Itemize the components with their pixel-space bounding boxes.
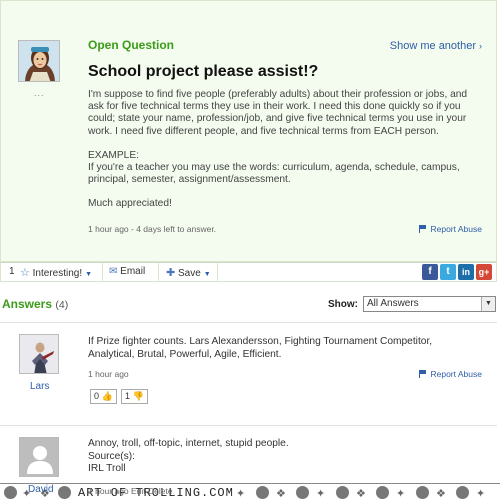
ornament-icon: [416, 486, 429, 499]
question-body: I'm suppose to find five people (prefera…: [88, 89, 480, 211]
ornament-icon: ✦: [316, 488, 326, 500]
email-button[interactable]: ✉ Email: [109, 266, 145, 277]
answer-text: Annoy, troll, off-topic, internet, stupi…: [88, 438, 483, 476]
divider: [158, 263, 159, 282]
ornament-icon: ❖: [356, 488, 366, 500]
question-timestamp: 1 hour ago - 4 days left to answer.: [88, 224, 217, 234]
question-line: I'm suppose to find five people (prefera…: [88, 89, 468, 100]
ornament-icon: ❖: [436, 488, 446, 500]
ornament-icon: [58, 486, 71, 499]
ornament-icon: [456, 486, 469, 499]
answer-line: Annoy, troll, off-topic, internet, stupi…: [88, 438, 289, 449]
ornament-icon: [296, 486, 309, 499]
google-plus-icon[interactable]: g+: [476, 264, 492, 280]
question-action-bar: 1 ☆ Interesting! ▼ ✉ Email ✚ Save ▼ f t in…: [0, 262, 497, 282]
answers-label: Answers: [2, 297, 53, 311]
answers-heading: Answers (4): [2, 297, 68, 311]
show-another-label: Show me another: [389, 40, 476, 52]
interesting-count: 1: [9, 266, 15, 277]
answer-timestamp: 1 hour ago: [88, 369, 129, 379]
ornament-icon: [336, 486, 349, 499]
question-gap: [88, 186, 480, 198]
divider: [0, 425, 497, 426]
answerer-name[interactable]: Lars: [30, 381, 49, 392]
thumbs-down-icon: 👎: [132, 391, 144, 401]
answerer-avatar[interactable]: [19, 334, 59, 374]
ornament-icon: [256, 486, 269, 499]
question-status: Open Question: [88, 38, 175, 52]
interesting-label: Interesting!: [32, 268, 83, 279]
show-filter-label: Show:: [328, 299, 358, 310]
thumbs-up-count: 0: [94, 391, 100, 401]
chevron-down-icon: ▼: [481, 297, 495, 311]
thumbs-up-button[interactable]: 0 👍: [90, 389, 117, 404]
ornament-icon: ✦: [476, 488, 486, 500]
divider: [0, 322, 497, 323]
email-label: Email: [120, 266, 146, 277]
twitter-icon[interactable]: t: [440, 264, 456, 280]
answer-line: If Prize fighter counts. Lars Alexanders…: [88, 336, 433, 347]
ornament-icon: ✦: [236, 488, 246, 500]
question-line: could; state your name, profession/job, …: [88, 113, 467, 125]
question-line: If you're a teacher you may use the word…: [88, 162, 460, 174]
star-icon: ☆: [20, 267, 30, 279]
answer-line: Analytical, Brutal, Powerful, Agile, Eff…: [88, 348, 282, 360]
answers-count: (4): [55, 299, 69, 311]
chevron-down-icon: ▼: [85, 271, 93, 278]
answer-source-label: Source(s):: [88, 450, 135, 462]
answer-filter-value: All Answers: [367, 298, 419, 309]
save-label: Save: [178, 268, 201, 279]
thumbs-down-count: 1: [125, 391, 131, 401]
thumbs-up-icon: 👍: [101, 391, 113, 401]
question-gap: [88, 138, 480, 150]
chevron-right-icon: ›: [479, 41, 482, 51]
report-abuse-label: Report Abuse: [430, 369, 482, 379]
watermark-bar: ✦ ❖ ART OF TROLLING.COM ✦ ❖ ✦ ❖ ✦ ❖ ✦: [0, 483, 500, 502]
ornament-icon: ✦: [396, 488, 406, 500]
flag-icon: [419, 370, 427, 378]
answer-meta-links[interactable]: 1 hour ago Edit Delete: [88, 486, 173, 496]
plus-icon: ✚: [166, 267, 176, 279]
interesting-button[interactable]: ☆ Interesting! ▼: [20, 266, 92, 279]
ornament-icon: ❖: [276, 488, 286, 500]
ornament-icon: [376, 486, 389, 499]
linkedin-icon[interactable]: in: [458, 264, 474, 280]
facebook-icon[interactable]: f: [422, 264, 438, 280]
answerer-avatar[interactable]: [19, 437, 59, 477]
report-abuse-label: Report Abuse: [430, 224, 482, 234]
answerer-name[interactable]: David: [28, 484, 54, 495]
report-abuse-link[interactable]: Report Abuse: [419, 369, 482, 379]
question-title: School project please assist!?: [88, 63, 319, 80]
answer-source: IRL Troll: [88, 463, 126, 474]
question-line: principal, semester, assignment/assessme…: [88, 174, 291, 186]
flag-icon: [419, 225, 427, 233]
chevron-down-icon: ▼: [203, 271, 211, 278]
divider: [217, 263, 218, 282]
thumbs-down-button[interactable]: 1 👎: [121, 389, 148, 404]
ornament-icon: [4, 486, 17, 499]
question-line: work. I need five different people, and …: [88, 125, 439, 137]
question-line: ask for five technical terms they use in…: [88, 101, 461, 113]
report-abuse-link[interactable]: Report Abuse: [419, 224, 482, 234]
show-another-link[interactable]: Show me another ›: [390, 40, 482, 52]
answer-text: If Prize fighter counts. Lars Alexanders…: [88, 336, 483, 361]
asker-more[interactable]: ...: [34, 88, 45, 98]
envelope-icon: ✉: [109, 266, 118, 277]
question-line: EXAMPLE:: [88, 149, 139, 161]
divider: [102, 263, 103, 282]
asker-avatar[interactable]: [18, 40, 60, 82]
question-line: Much appreciated!: [88, 198, 172, 210]
save-button[interactable]: ✚ Save ▼: [166, 266, 211, 279]
answer-filter-select[interactable]: All Answers ▼: [363, 296, 496, 312]
